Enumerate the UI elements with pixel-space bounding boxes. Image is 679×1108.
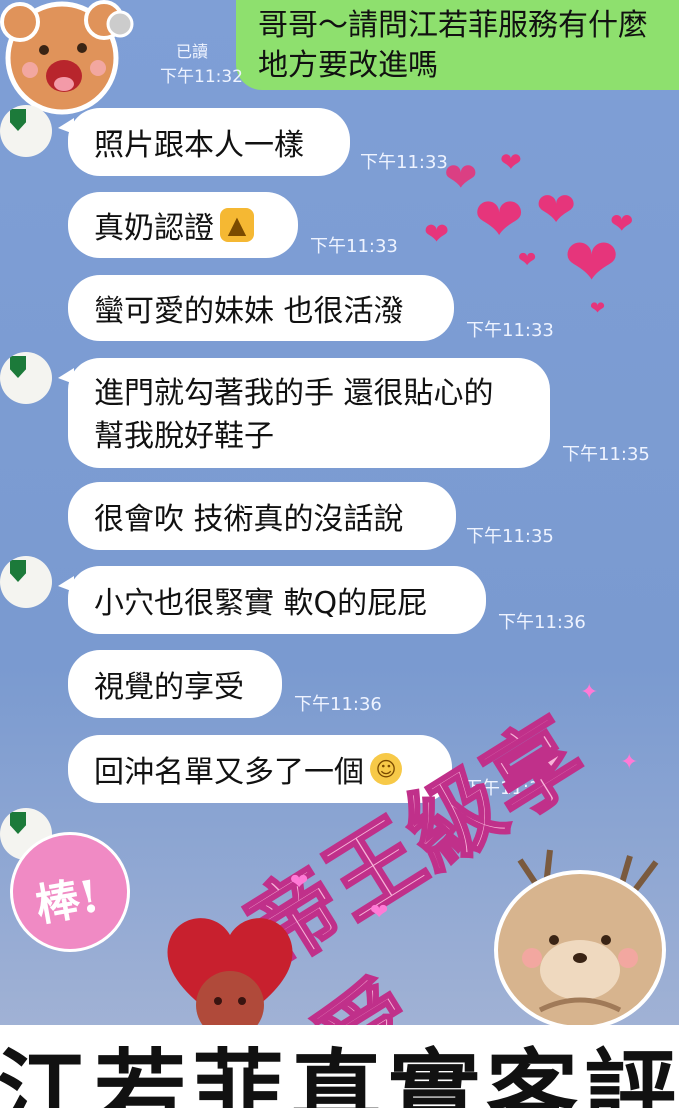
incoming-message-bubble[interactable]: 真奶認證 ▲ [68, 192, 298, 258]
read-receipt: 已讀 [176, 42, 209, 61]
bear-sticker-icon [0, 0, 134, 115]
message-text: 真奶認證 [94, 211, 214, 246]
incoming-message-bubble[interactable]: 蠻可愛的妹妹 也很活潑 [68, 275, 454, 341]
pen-avatar-icon [10, 356, 26, 378]
pen-avatar-icon [10, 109, 26, 131]
contact-avatar[interactable] [0, 105, 52, 157]
good-sign-sticker: 棒! [10, 832, 130, 952]
outgoing-message-line-2: 地方要改進嗎 [258, 48, 438, 83]
message-time: 下午11:35 [466, 526, 554, 547]
thumbs-up-icon: ▲ [220, 208, 254, 242]
outgoing-message-bubble[interactable]: 哥哥～請問江若菲服務有什麼 地方要改進嗎 [236, 0, 679, 90]
message-time: 下午11:33 [310, 236, 398, 257]
message-text: 照片跟本人一樣 [94, 128, 304, 163]
deer-sticker-icon [494, 849, 666, 1030]
incoming-message-bubble[interactable]: 進門就勾著我的手 還很貼心的 幫我脫好鞋子 [58, 358, 550, 468]
bottom-banner: 江若菲真實客評 [0, 1025, 679, 1108]
banner-text: 江若菲真實客評 [0, 1039, 679, 1108]
message-text: 視覺的享受 [94, 670, 244, 705]
message-text: 很會吹 技術真的沒話說 [94, 502, 404, 537]
heart-sticker-icon [167, 918, 293, 1035]
pen-avatar-icon [10, 812, 26, 834]
outgoing-message-line-1: 哥哥～請問江若菲服務有什麼 [258, 8, 648, 43]
message-time: 下午11:36 [498, 612, 586, 633]
message-text-line-2: 幫我脫好鞋子 [94, 419, 274, 454]
contact-avatar[interactable] [0, 556, 52, 608]
incoming-message-bubble[interactable]: 照片跟本人一樣 [58, 108, 350, 176]
contact-avatar[interactable] [0, 352, 52, 404]
pen-avatar-icon [10, 560, 26, 582]
incoming-message-bubble[interactable]: 很會吹 技術真的沒話說 [68, 482, 456, 550]
message-text: 小穴也很緊實 軟Q的屁屁 [94, 586, 428, 621]
good-sign-text: 棒! [31, 870, 104, 933]
heart-cluster-icon: ❤ ❤ ❤ ❤ ❤ ❤ ❤ ❤ ❤ [424, 148, 634, 319]
message-text-line-1: 進門就勾著我的手 還很貼心的 [94, 376, 494, 411]
message-text: 蠻可愛的妹妹 也很活潑 [94, 294, 404, 329]
incoming-message-bubble[interactable]: 小穴也很緊實 軟Q的屁屁 [58, 566, 486, 634]
message-time: 下午11:35 [562, 444, 650, 465]
outgoing-message-time: 下午11:32 [160, 67, 243, 87]
